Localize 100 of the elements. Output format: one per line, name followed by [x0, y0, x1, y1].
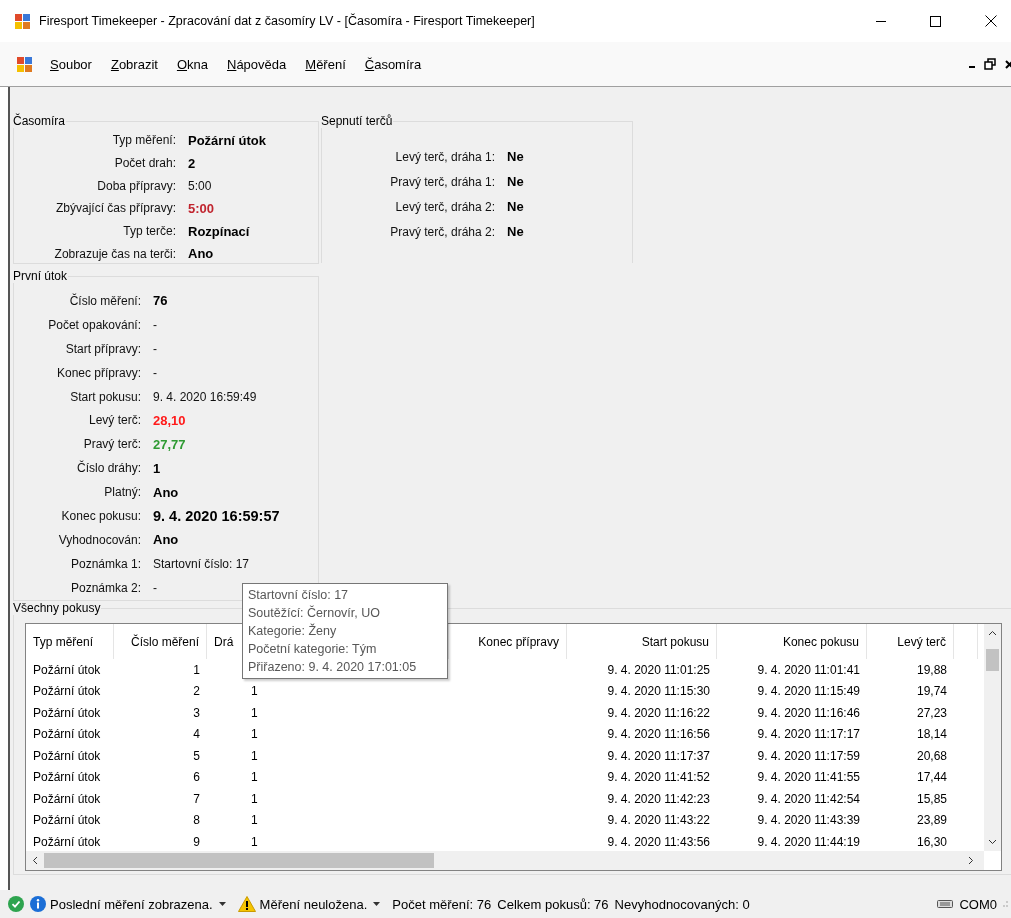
info-icon	[30, 896, 46, 912]
status-dropdown[interactable]: Měření neuložena.	[259, 896, 368, 912]
table-cell-text: 9. 4. 2020 11:42:23	[606, 791, 711, 806]
column-header[interactable]: Levý terč	[867, 624, 954, 659]
table-cell-text: 1	[192, 662, 201, 677]
table-cell-text: 20,68	[915, 748, 948, 763]
app-icon	[15, 13, 30, 29]
column-header[interactable]: Konec přípravy	[449, 624, 567, 659]
table-cell-text: 9. 4. 2020 11:16:22	[606, 705, 711, 720]
restore-icon	[984, 58, 996, 70]
field-label: Typ měření:	[111, 133, 176, 148]
status-text: Nevyhodnocovaných: 0	[614, 896, 750, 912]
field-value: -	[153, 317, 157, 332]
field-label: Číslo dráhy:	[75, 461, 141, 476]
field-label: Zobrazuje čas na terči:	[53, 246, 176, 261]
field-value: Ano	[153, 532, 179, 548]
table-cell-text: 9. 4. 2020 11:01:25	[606, 662, 711, 677]
table-cell-text: Požární útok	[32, 748, 102, 763]
field-label: Poznámka 2:	[69, 580, 141, 595]
menu-item[interactable]: Časomíra	[364, 54, 422, 74]
table-cell-text: 7	[192, 791, 201, 806]
scroll-thumb[interactable]	[986, 649, 999, 671]
table-cell-text: Požární útok	[32, 834, 102, 849]
horizontal-scrollbar[interactable]	[26, 851, 984, 870]
table-cell-text: Požární útok	[32, 662, 102, 677]
menu-item[interactable]: Soubor	[50, 54, 92, 74]
field-value: Ne	[507, 199, 524, 214]
table-cell-text: Požární útok	[32, 770, 102, 785]
field-value: Ne	[507, 224, 524, 239]
table-cell-text: 1	[250, 705, 259, 720]
status-text: COM0	[959, 896, 997, 912]
group-title: Sepnutí terčů	[320, 114, 394, 128]
menu-item[interactable]: Zobrazit	[110, 54, 158, 74]
table-cell-text: 9. 4. 2020 11:43:39	[756, 813, 861, 828]
scroll-thumb[interactable]	[44, 853, 434, 868]
table-cell-text: 3	[192, 705, 201, 720]
scroll-down-icon	[988, 839, 997, 845]
table-cell-text: 6	[192, 770, 201, 785]
table-cell-text: 9. 4. 2020 11:17:17	[756, 727, 861, 742]
check-icon	[8, 896, 24, 912]
status-text: Celkem pokusů: 76	[497, 896, 609, 912]
tooltip-text: Přiřazeno: 9. 4. 2020 17:01:05	[248, 659, 418, 676]
field-value: Startovní číslo: 17	[153, 556, 250, 571]
field-label: Typ terče:	[122, 224, 176, 239]
field-label: Start pokusu:	[69, 389, 141, 404]
table-cell-text: 9. 4. 2020 11:16:56	[606, 727, 711, 742]
field-value: -	[153, 341, 157, 356]
field-label: Platný:	[103, 485, 141, 500]
field-value: -	[153, 365, 157, 380]
table-cell-text: 9. 4. 2020 11:01:41	[756, 662, 861, 677]
menu-item[interactable]: Měření	[305, 54, 346, 74]
column-header[interactable]: Číslo měření	[114, 624, 207, 659]
field-value: Ano	[188, 246, 214, 262]
table-cell-text: 18,14	[915, 727, 948, 742]
table-cell-text: 9. 4. 2020 11:41:52	[606, 770, 711, 785]
table-cell-text: 1	[250, 813, 259, 828]
table-cell-text: Požární útok	[32, 813, 102, 828]
table-cell-text: 9. 4. 2020 11:16:46	[756, 705, 861, 720]
field-label: Počet opakování:	[47, 317, 141, 332]
table-cell-text: 1	[250, 748, 259, 763]
resize-grip-icon	[1003, 900, 1009, 908]
column-header[interactable]: Start pokusu	[567, 624, 717, 659]
field-label: Konec pokusu:	[60, 508, 141, 523]
field-label: Start přípravy:	[64, 341, 141, 356]
scroll-right-icon	[968, 856, 974, 865]
vertical-scrollbar[interactable]	[984, 624, 1001, 851]
field-label: Pravý terč:	[82, 437, 141, 452]
field-label: Počet drah:	[113, 156, 176, 171]
field-value: 2	[188, 155, 196, 171]
table-cell-text: Požární útok	[32, 791, 102, 806]
table-cell-text: Požární útok	[32, 727, 102, 742]
tooltip-text: Startovní číslo: 17	[248, 587, 350, 604]
group-title: Všechny pokusy	[12, 601, 102, 615]
status-text: Počet měření: 76	[392, 896, 492, 912]
field-value: 9. 4. 2020 16:59:49	[153, 389, 257, 404]
field-value: Ne	[507, 174, 524, 189]
field-value: Ano	[153, 484, 179, 500]
table-cell-text: 27,23	[915, 705, 948, 720]
group-title: První útok	[12, 269, 69, 283]
field-value: 76	[153, 293, 168, 309]
field-value: -	[153, 580, 157, 595]
field-value: 5:00	[188, 178, 212, 193]
field-value: 5:00	[188, 200, 215, 216]
field-label: Konec přípravy:	[55, 365, 141, 380]
table-cell-text: 1	[250, 791, 259, 806]
menu-item[interactable]: Okna	[176, 54, 208, 74]
close-icon	[1005, 58, 1011, 70]
column-header[interactable]: Typ měření	[26, 624, 114, 659]
table-cell-text: 1	[250, 834, 259, 849]
field-label: Poznámka 1:	[69, 556, 141, 571]
scroll-up-icon	[988, 630, 997, 636]
field-label: Doba přípravy:	[96, 178, 176, 193]
field-label: Vyhodnocován:	[57, 532, 141, 547]
warning-icon	[237, 896, 256, 912]
field-label: Číslo měření:	[68, 293, 141, 308]
table-cell-text: 9. 4. 2020 11:15:49	[756, 684, 861, 699]
menu-item[interactable]: Nápověda	[227, 54, 287, 74]
status-dropdown[interactable]: Poslední měření zobrazena.	[50, 896, 213, 912]
table-cell-text: 9. 4. 2020 11:44:19	[756, 834, 861, 849]
column-header[interactable]: Konec pokusu	[717, 624, 867, 659]
